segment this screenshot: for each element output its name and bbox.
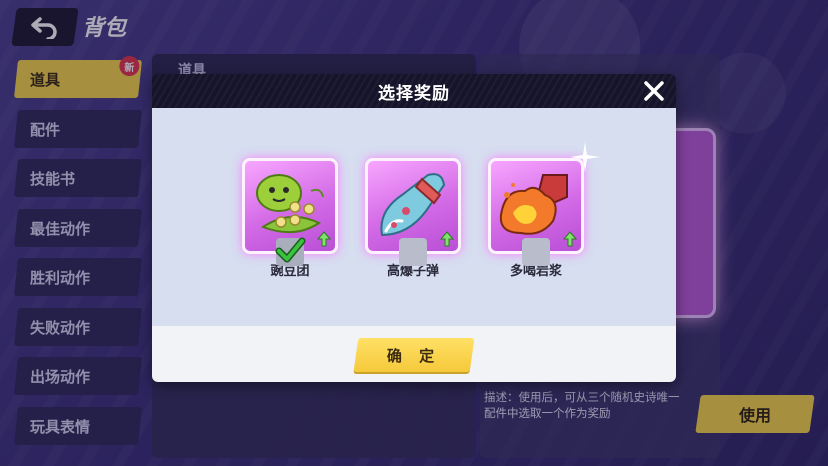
close-icon	[644, 81, 664, 101]
upgrade-arrow-icon	[563, 231, 577, 247]
confirm-button-label: 确 定	[387, 346, 441, 365]
upgrade-arrow-icon	[440, 231, 454, 247]
modal-header: 选择奖励	[152, 74, 676, 108]
modal-footer: 确 定	[152, 326, 676, 382]
upgrade-arrow-icon	[317, 231, 331, 247]
modal-title: 选择奖励	[378, 83, 450, 104]
reward-modal: 选择奖励 豌豆团 高爆子弹 多喝岩浆 确 定	[152, 74, 676, 382]
modal-body: 豌豆团 高爆子弹 多喝岩浆	[152, 108, 676, 326]
sparkle-icon	[570, 142, 600, 172]
checkmark-icon	[275, 237, 306, 263]
reward-checkbox-bullet[interactable]	[399, 238, 427, 266]
confirm-button[interactable]: 确 定	[353, 338, 475, 372]
reward-checkbox-pea[interactable]	[275, 237, 306, 266]
reward-checkbox-lava[interactable]	[522, 238, 550, 266]
close-button[interactable]	[640, 77, 668, 105]
